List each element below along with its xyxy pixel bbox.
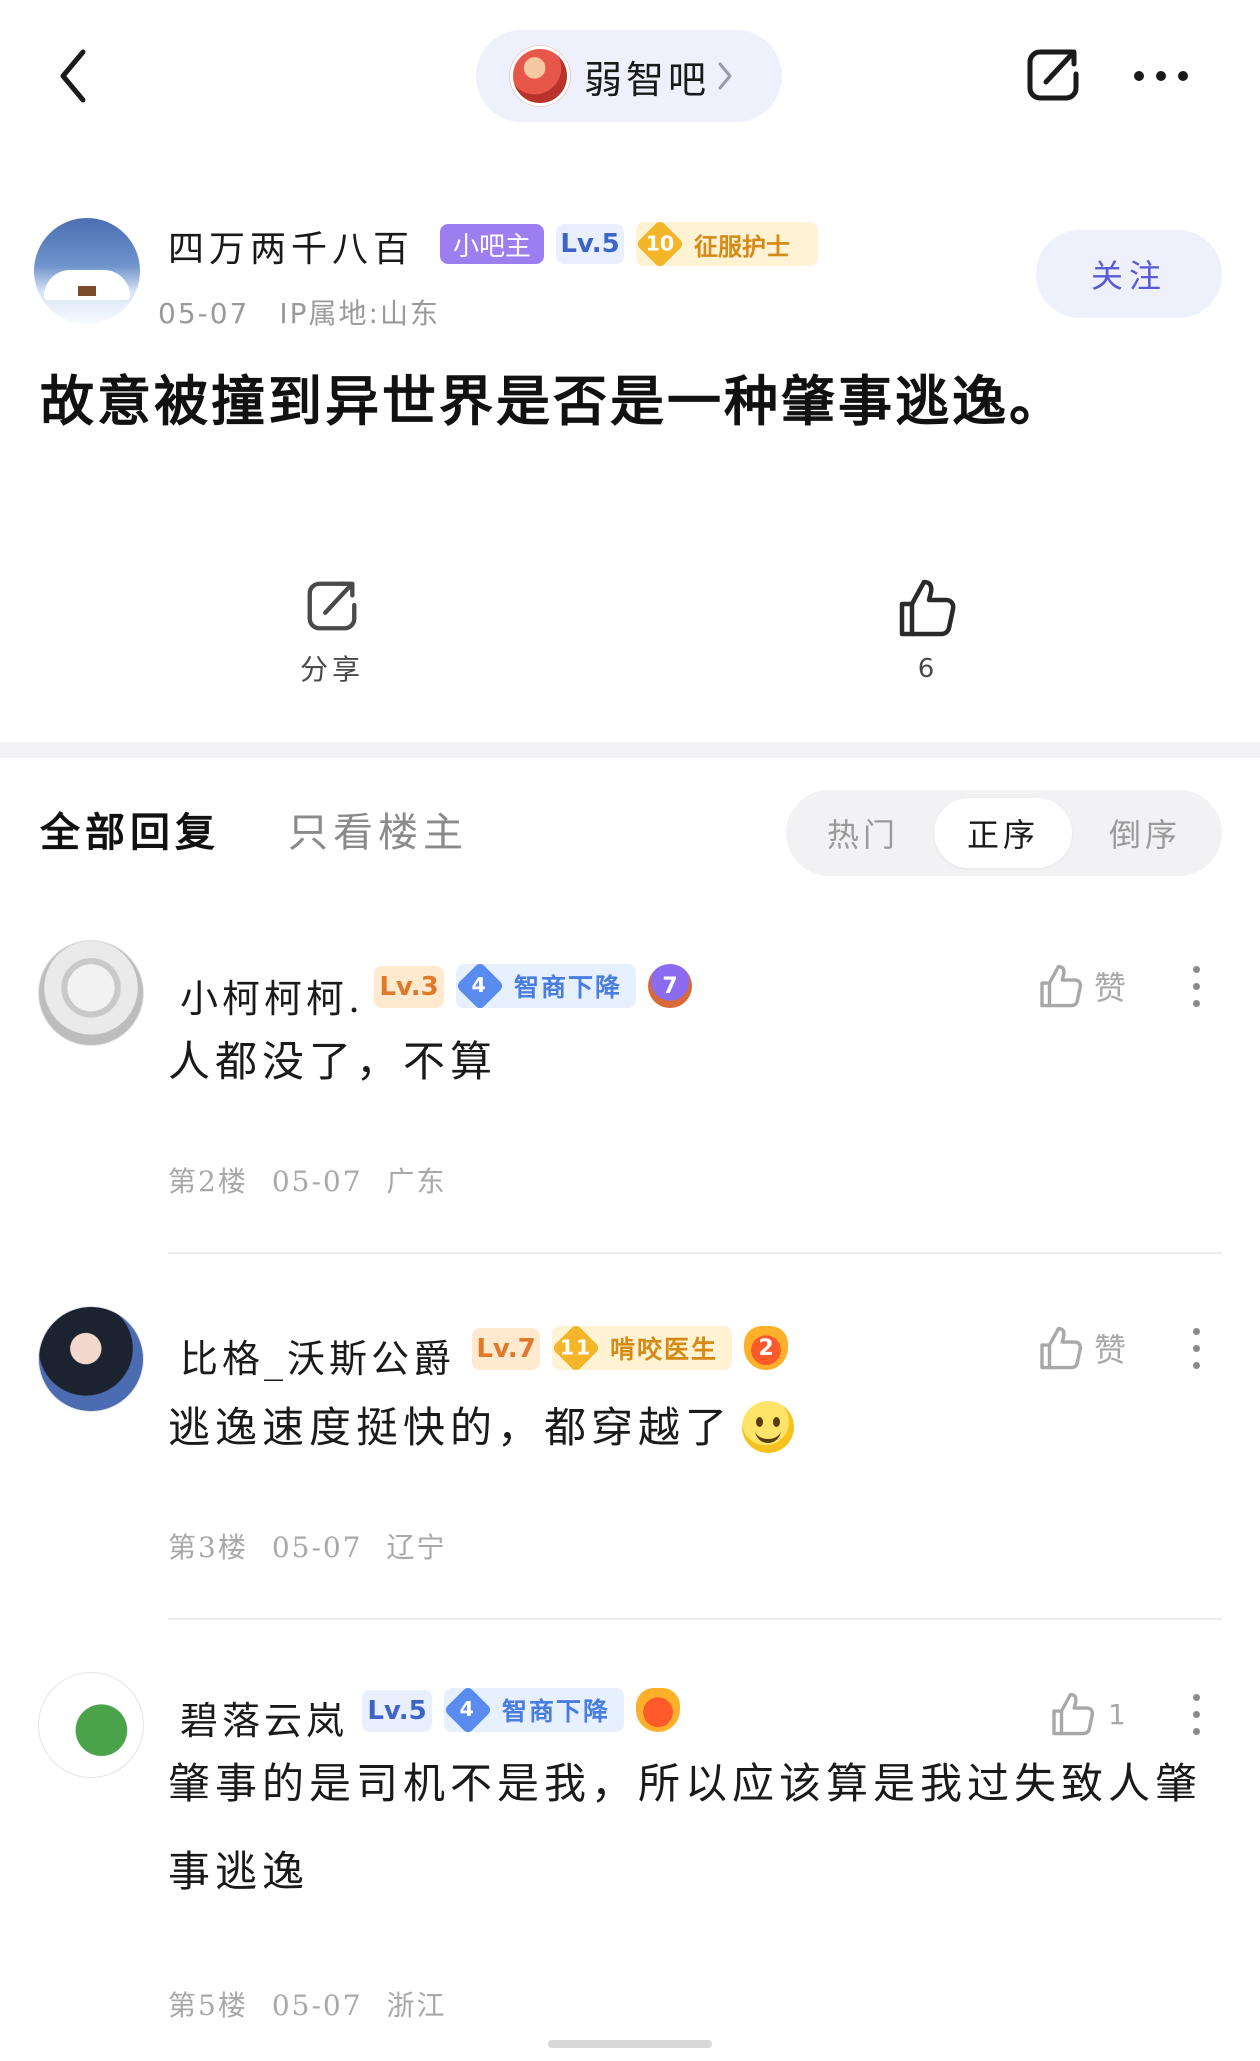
post-date: 05-07 [158,297,250,330]
more-button[interactable] [1128,56,1194,96]
share-action[interactable]: 分享 [252,576,412,696]
thumb-up-icon [1040,964,1083,1008]
emblem-icon: 2 [744,1326,788,1370]
reply-date: 05-07 [271,1989,363,2022]
author-name[interactable]: 四万两千八百 [168,220,414,272]
level-badge: Lv.5 [362,1690,432,1732]
reply-meta: 第3楼 05-07 辽宁 [168,1526,447,1566]
sort-descending[interactable]: 倒序 [1086,798,1204,868]
reply-region: 辽宁 [386,1531,447,1564]
honor-level-icon: 11 [551,1323,601,1373]
reply-content: 人都没了，不算 [168,1037,498,1086]
more-icon [1192,1693,1200,1701]
like-count: 6 [917,654,935,684]
honor-title: 征服护士 [694,231,790,261]
like-count: 1 [1108,1697,1126,1731]
follow-button[interactable]: 关注 [1036,230,1222,318]
reply-more-button[interactable] [1186,1684,1206,1744]
reply-floor: 第5楼 [168,1989,248,2022]
forum-name: 弱智吧 [584,57,711,102]
back-button[interactable] [48,40,96,112]
reply-author-name[interactable]: 碧落云岚 [180,1690,348,1745]
reply-separator [168,1252,1222,1254]
share-button-top[interactable] [1020,42,1086,108]
smile-emoji-icon [742,1401,795,1453]
forum-avatar [510,46,570,106]
author-avatar[interactable] [34,218,140,324]
reply-author-name[interactable]: 比格_沃斯公爵 [180,1328,455,1383]
reply-date: 05-07 [271,1531,363,1564]
share-icon [1027,49,1079,101]
share-icon [307,581,357,631]
emblem-icon: 7 [648,964,692,1008]
level-badge: Lv.3 [374,966,444,1008]
emblem-icon [636,1688,680,1732]
sort-hot[interactable]: 热门 [804,798,922,868]
level-badge: Lv.5 [556,224,624,264]
reply-region: 广东 [386,1165,447,1198]
like-action[interactable]: 6 [846,576,1006,696]
reply-floor: 第3楼 [168,1531,248,1564]
like-label: 赞 [1094,1331,1127,1369]
reply-item: 比格_沃斯公爵 Lv.7 11 啃咬医生 2 赞 逃逸速度挺快的，都穿越了 第3… [0,1304,1260,1634]
reply-content: 逃逸速度挺快的，都穿越了 [168,1384,1228,1472]
post-meta: 05-07 IP属地:山东 [158,292,440,332]
honor-badge: 4 智商下降 [455,961,636,1011]
reply-meta: 第2楼 05-07 广东 [168,1160,447,1200]
more-icon [1192,965,1200,973]
honor-level-icon: 4 [443,1685,493,1735]
reply-author-name[interactable]: 小柯柯柯. [180,968,364,1023]
honor-title: 啃咬医生 [610,1335,719,1364]
thumb-up-icon [899,579,956,637]
more-icon [1192,1327,1200,1335]
forum-link[interactable]: 弱智吧 [476,30,782,122]
reply-like-button[interactable]: 赞 [1036,956,1156,1016]
reply-region: 浙江 [386,1989,447,2022]
post-title: 故意被撞到异世界是否是一种肇事逃逸。 [40,369,1066,433]
post-ip: IP属地:山东 [279,297,440,330]
reply-like-button[interactable]: 赞 [1036,1318,1156,1378]
back-icon [60,49,86,103]
reply-content: 肇事的是司机不是我，所以应该算是我过失致人肇事逃逸 [168,1759,1203,1896]
honor-level-icon: 10 [635,219,685,269]
reply-more-button[interactable] [1186,1318,1206,1378]
reply-more-button[interactable] [1186,956,1206,1016]
reply-avatar[interactable] [38,940,144,1046]
level-badge: Lv.7 [472,1328,540,1370]
reply-item: 小柯柯柯. Lv.3 4 智商下降 7 赞 人都没了，不算 第2楼 05-07 广东 [0,938,1260,1268]
thumb-up-icon [1052,1692,1095,1736]
like-label: 赞 [1094,969,1127,1007]
reply-item: 碧落云岚 Lv.5 4 智商下降 1 肇事的是司机不是我，所以应该算是我过失致人… [0,1670,1260,2030]
honor-level-icon: 4 [455,961,505,1011]
top-bar: 弱智吧 [0,0,1260,150]
honor-title: 智商下降 [502,1697,611,1726]
reply-date: 05-07 [271,1165,363,1198]
home-indicator [548,2040,712,2048]
thumb-up-icon [1040,1326,1083,1370]
reply-like-button[interactable]: 1 [1048,1684,1168,1744]
reply-avatar[interactable] [38,1306,144,1412]
bar-master-badge: 小吧主 [440,224,544,264]
more-icon [1134,71,1144,81]
reply-meta: 第5楼 05-07 浙江 [168,1984,447,2024]
honor-badge: 10 征服护士 [635,219,818,269]
reply-avatar[interactable] [38,1672,144,1778]
section-divider [0,742,1260,758]
chevron-right-icon [716,61,734,91]
honor-title: 智商下降 [514,973,623,1002]
tab-op-only[interactable]: 只看楼主 [288,800,468,858]
reply-separator [168,1618,1222,1620]
reply-floor: 第2楼 [168,1165,248,1198]
share-label: 分享 [299,653,364,686]
honor-badge: 11 啃咬医生 [551,1323,732,1373]
tab-all-replies[interactable]: 全部回复 [40,800,220,858]
honor-badge: 4 智商下降 [443,1685,624,1735]
sort-toggle: 热门 正序 倒序 [786,790,1222,876]
sort-ascending[interactable]: 正序 [934,798,1072,868]
